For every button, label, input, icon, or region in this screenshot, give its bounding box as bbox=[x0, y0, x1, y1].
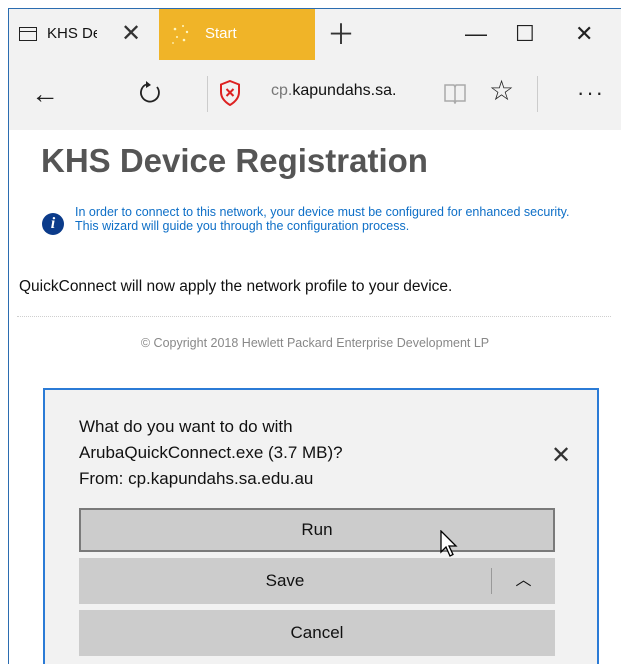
download-message: What do you want to do with ArubaQuickCo… bbox=[79, 414, 343, 492]
info-icon: i bbox=[42, 213, 64, 235]
page-icon bbox=[19, 27, 37, 41]
download-line-2: ArubaQuickConnect.exe (3.7 MB)? bbox=[79, 443, 343, 462]
copyright-text: © Copyright 2018 Hewlett Packard Enterpr… bbox=[140, 336, 490, 350]
mouse-cursor-icon bbox=[440, 530, 458, 557]
browser-window: KHS De ✕ Start ＋ — ☐ ✕ ← cp.kapundahs.sa… bbox=[8, 8, 621, 664]
close-tab-icon[interactable]: ✕ bbox=[121, 19, 141, 49]
address-bar[interactable]: cp.kapundahs.sa. bbox=[271, 82, 431, 100]
cancel-button[interactable]: Cancel bbox=[79, 610, 555, 656]
info-message: In order to connect to this network, you… bbox=[75, 205, 570, 233]
refresh-icon[interactable] bbox=[137, 80, 163, 106]
tab-label: KHS De bbox=[47, 25, 97, 42]
save-button[interactable]: Save bbox=[79, 558, 491, 604]
sparkle-icon bbox=[172, 25, 189, 44]
page-title: KHS Device Registration bbox=[41, 142, 428, 179]
back-arrow-icon[interactable]: ← bbox=[31, 78, 59, 110]
close-icon[interactable]: ✕ bbox=[551, 444, 571, 468]
favorite-star-icon[interactable]: ☆ bbox=[489, 74, 514, 107]
reading-view-icon[interactable] bbox=[443, 82, 467, 104]
download-dialog: What do you want to do with ArubaQuickCo… bbox=[43, 388, 599, 664]
status-message: QuickConnect will now apply the network … bbox=[19, 278, 453, 295]
plus-icon[interactable]: ＋ bbox=[327, 17, 355, 53]
run-button[interactable]: Run bbox=[79, 508, 555, 552]
tab-khs[interactable]: KHS De ✕ bbox=[9, 9, 159, 61]
minimize-icon[interactable]: — bbox=[465, 17, 487, 51]
save-button-group: Save ︿ bbox=[79, 558, 555, 604]
maximize-icon[interactable]: ☐ bbox=[515, 17, 535, 51]
tab-start[interactable]: Start bbox=[159, 9, 315, 61]
shield-warning-icon[interactable] bbox=[219, 80, 241, 106]
url-prefix: cp. bbox=[271, 82, 293, 99]
close-window-icon[interactable]: ✕ bbox=[575, 17, 593, 51]
more-icon[interactable]: ··· bbox=[577, 80, 605, 106]
separator bbox=[537, 76, 538, 112]
url-domain: kapundahs.sa. bbox=[292, 82, 397, 99]
download-line-1: What do you want to do with bbox=[79, 417, 293, 436]
navigation-bar: ← cp.kapundahs.sa. ☆ ··· bbox=[9, 60, 621, 130]
chevron-up-icon[interactable]: ︿ bbox=[492, 558, 555, 604]
separator bbox=[207, 76, 208, 112]
divider bbox=[17, 316, 611, 317]
tab-bar: KHS De ✕ Start ＋ — ☐ ✕ bbox=[9, 8, 621, 61]
tab-label: Start bbox=[205, 25, 237, 42]
download-line-3: From: cp.kapundahs.sa.edu.au bbox=[79, 469, 314, 488]
